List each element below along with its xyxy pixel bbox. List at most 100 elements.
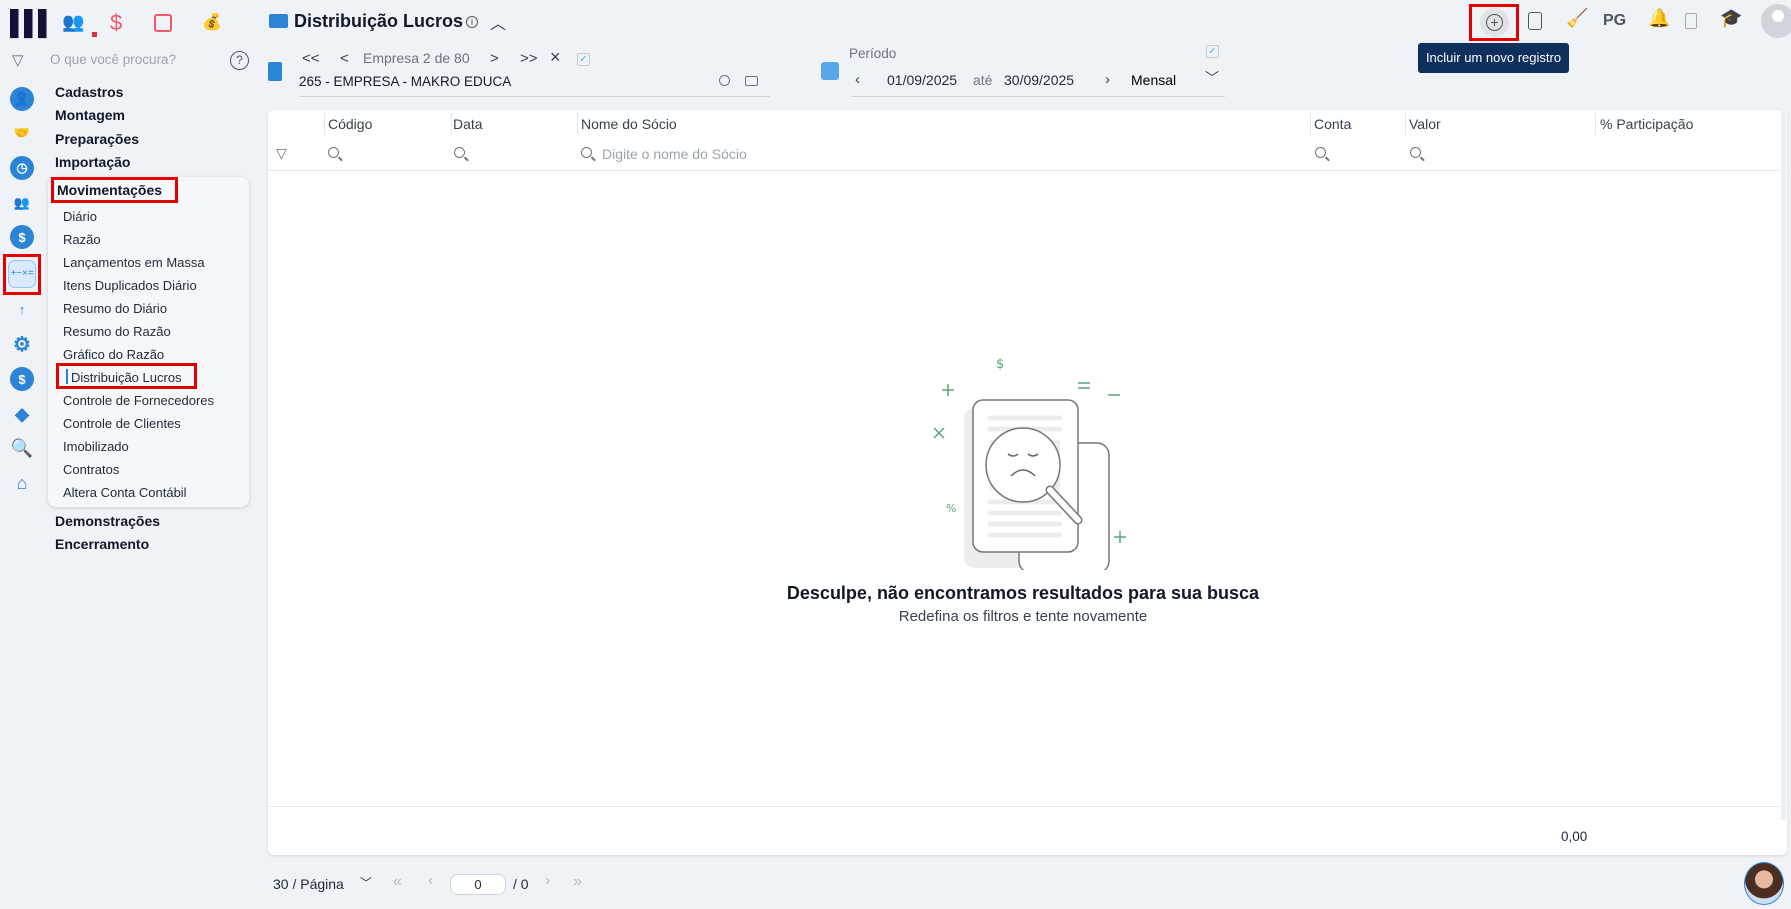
period-start[interactable]: 01/09/2025 [887,72,957,88]
submenu-item[interactable]: Resumo do Diário [63,301,167,316]
home-icon[interactable]: ⌂ [10,471,34,495]
money-bag-app-icon[interactable]: 💰 [202,12,222,32]
user-settings-icon[interactable]: 👤 [10,87,34,111]
company-last-button[interactable]: >> [520,50,538,67]
column-header-nome-socio[interactable]: Nome do Sócio [581,116,677,132]
calculator-app-icon[interactable] [154,14,172,32]
gear-icon[interactable]: ⚙ [10,332,34,356]
layers-icon[interactable]: ◆ [10,402,34,426]
menu-section-montagem[interactable]: Montagem [55,107,125,123]
first-page-button[interactable]: « [393,873,402,891]
calculator-highlight [3,254,41,295]
period-label: Período [849,46,897,61]
document-icon[interactable] [1528,12,1542,30]
distribuicao-highlight [56,363,197,389]
info-icon[interactable]: i [466,16,478,28]
menu-section-demonstracoes[interactable]: Demonstrações [55,513,160,529]
empty-state-subtitle: Redefina os filtros e tente novamente [898,608,1148,625]
notification-dot [92,32,97,37]
filter-icon[interactable]: ▽ [12,51,24,69]
company-pager: Empresa 2 de 80 [363,50,470,66]
period-prev-button[interactable]: ‹ [855,71,860,88]
users-icon[interactable]: 👥 [10,191,34,215]
menu-section-cadastros[interactable]: Cadastros [55,84,123,100]
submenu-item[interactable]: Imobilizado [63,439,129,454]
user-avatar[interactable] [1761,4,1791,38]
submenu-item[interactable]: Lançamentos em Massa [63,255,205,270]
money-bag-icon[interactable]: $ [10,367,34,391]
submenu-card [48,177,249,507]
dollar-icon[interactable]: $ [10,225,34,249]
company-clear-button[interactable]: × [550,47,561,68]
app-logo[interactable]: ▌▌▌ [10,10,55,38]
prev-page-button[interactable]: ‹ [428,872,433,890]
company-first-button[interactable]: << [302,50,320,67]
submenu-item[interactable]: Contratos [63,462,119,477]
search-icon[interactable]: 🔍 [10,436,34,460]
column-header-codigo[interactable]: Código [328,116,372,132]
pg-button[interactable]: PG [1603,12,1626,30]
clock-icon[interactable]: ◷ [10,156,34,180]
submenu-item[interactable]: Controle de Clientes [63,416,181,431]
period-next-button[interactable]: › [1105,71,1110,88]
column-header-conta[interactable]: Conta [1314,116,1351,132]
menu-section-importacao[interactable]: Importação [55,154,130,170]
scrollbar[interactable] [1781,110,1786,820]
column-header-data[interactable]: Data [453,116,483,132]
nome-filter-search-icon[interactable] [581,147,592,158]
menu-section-preparacoes[interactable]: Preparações [55,131,139,147]
period-end[interactable]: 30/09/2025 [1004,72,1074,88]
submenu-item[interactable]: Gráfico do Razão [63,347,164,362]
submenu-item[interactable]: Itens Duplicados Diário [63,278,197,293]
company-search-icon[interactable] [719,75,730,86]
calendar-icon [821,62,839,80]
svg-text:%: % [946,502,956,515]
next-page-button[interactable]: › [545,872,550,890]
period-checkbox[interactable]: ✓ [1206,45,1219,58]
codigo-filter-search-icon[interactable] [328,147,339,158]
page-size-select[interactable]: 30 / Página [273,876,344,892]
table-filter-icon[interactable]: ▽ [276,145,287,162]
last-page-button[interactable]: » [573,873,582,891]
data-filter-search-icon[interactable] [454,147,465,158]
broom-icon[interactable]: 🧹 [1566,8,1588,29]
company-name[interactable]: 265 - EMPRESA - MAKRO EDUCA [299,74,511,89]
valor-filter-search-icon[interactable] [1410,147,1421,158]
period-separator: até [973,72,993,88]
bell-icon[interactable]: 🔔 [1648,8,1670,29]
global-search-input[interactable]: O que você procura? [50,52,176,67]
graduation-cap-icon[interactable]: 🎓 [1720,8,1742,29]
assistant-avatar[interactable] [1744,862,1784,905]
people-app-icon[interactable]: 👥 [62,12,84,33]
submenu-item[interactable]: Resumo do Razão [63,324,171,339]
company-prev-button[interactable]: < [340,50,349,67]
collapse-chevron-icon[interactable]: ︿ [490,10,506,34]
page-input[interactable]: 0 [450,874,506,895]
conta-filter-search-icon[interactable] [1315,147,1326,158]
chevron-down-icon[interactable]: ﹀ [1205,68,1219,88]
period-mode-select[interactable]: Mensal [1131,72,1176,88]
handshake-icon[interactable]: 🤝 [10,121,34,145]
mail-icon[interactable] [745,76,758,86]
help-icon[interactable]: ? [230,51,249,70]
nome-socio-filter-input[interactable]: Digite o nome do Sócio [602,146,747,162]
tax-arrow-icon[interactable]: ↑ [10,297,34,321]
header-divider [268,170,1787,171]
submenu-item[interactable]: Altera Conta Contábil [63,485,187,500]
dollar-app-icon[interactable]: $ [110,10,122,36]
company-checkbox[interactable]: ✓ [577,53,590,66]
valor-total: 0,00 [1561,829,1588,844]
submenu-item[interactable]: Razão [63,232,101,247]
company-next-button[interactable]: > [490,50,499,67]
page-size-chevron-icon[interactable]: ﹀ [360,874,372,891]
column-header-participacao[interactable]: % Participação [1600,116,1693,132]
col-sep [451,113,452,135]
col-sep [577,113,578,135]
submenu-item[interactable]: Diário [63,209,97,224]
menu-section-encerramento[interactable]: Encerramento [55,536,149,552]
report-search-icon[interactable] [1685,13,1697,29]
column-header-valor[interactable]: Valor [1409,116,1441,132]
movimentacoes-highlight [51,177,178,203]
submenu-item[interactable]: Controle de Fornecedores [63,393,214,408]
total-pages: / 0 [513,876,529,892]
